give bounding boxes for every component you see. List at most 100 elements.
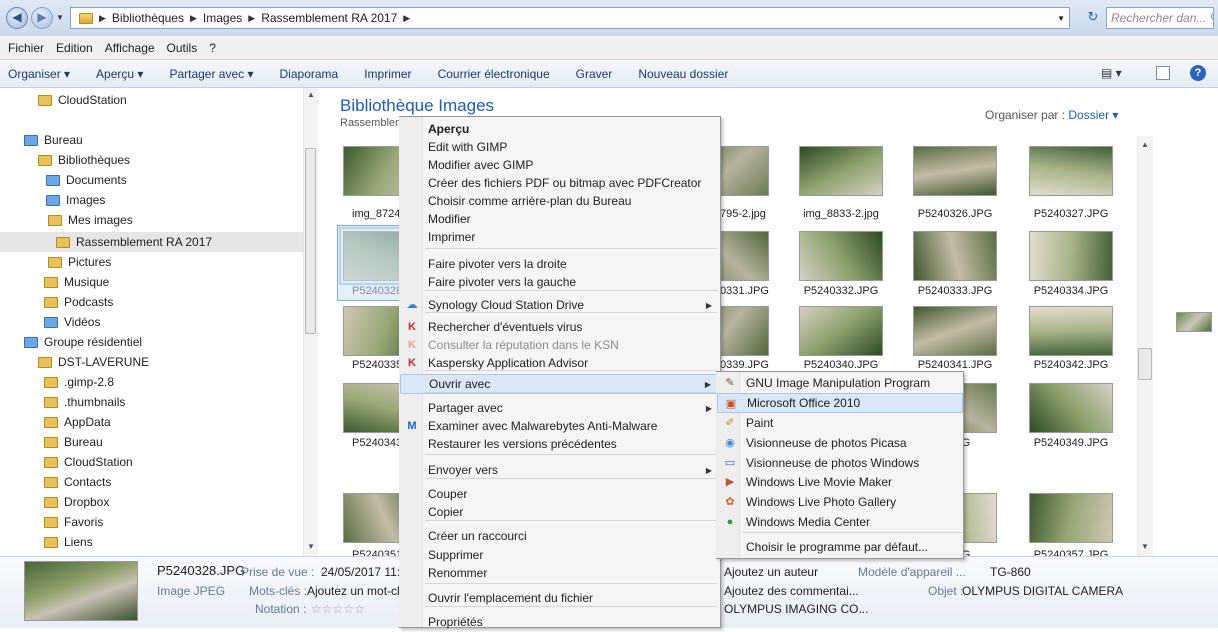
photo-filename[interactable]: P5240333.JPG (900, 285, 1010, 297)
photo-thumbnail[interactable] (1029, 231, 1113, 281)
details-author[interactable]: Ajoutez un auteur (724, 565, 818, 579)
context-item-0[interactable]: Aperçu (400, 119, 720, 139)
toolbar-button-4[interactable]: Imprimer (364, 67, 411, 81)
tree-item[interactable]: Bibliothèques (38, 150, 130, 170)
toolbar-button-3[interactable]: Diaporama (280, 67, 339, 81)
open-with-item-1[interactable]: Microsoft Office 2010 ▣ (717, 393, 963, 413)
arrange-by-dropdown[interactable]: Dossier ▾ (1068, 108, 1118, 122)
tree-item[interactable]: Pictures (48, 252, 111, 272)
photo-thumbnail[interactable] (1029, 493, 1113, 543)
context-item-23[interactable]: Envoyer vers ▶ (400, 460, 720, 480)
context-item-29[interactable]: Supprimer (400, 545, 720, 565)
scroll-up-icon[interactable]: ▲ (307, 90, 315, 99)
tree-item[interactable]: .gimp-2.8 (44, 372, 114, 392)
context-item-1[interactable]: Edit with GIMP (400, 137, 720, 157)
context-item-9[interactable]: Faire pivoter vers la gauche (400, 272, 720, 292)
toolbar-button-5[interactable]: Courrier électronique (438, 67, 550, 81)
tree-item[interactable]: Musique (44, 272, 109, 292)
photo-thumbnail[interactable] (799, 306, 883, 356)
photo-filename[interactable]: P5240349.JPG (1016, 437, 1126, 449)
context-item-28[interactable]: Créer un raccourci (400, 526, 720, 546)
context-item-21[interactable]: Restaurer les versions précédentes (400, 434, 720, 454)
tree-item[interactable]: DST-LAVERUNE (38, 352, 149, 372)
context-item-30[interactable]: Renommer (400, 563, 720, 583)
context-item-5[interactable]: Modifier (400, 209, 720, 229)
menu-4[interactable]: ? (209, 41, 216, 55)
photo-filename[interactable]: img_8833-2.jpg (786, 208, 896, 220)
open-with-item-2[interactable]: Paint ✐ (717, 413, 963, 433)
photo-filename[interactable]: P5240340.JPG (786, 359, 896, 371)
context-item-20[interactable]: Examiner avec Malwarebytes Anti-Malware M (400, 416, 720, 436)
tree-item[interactable]: Rassemblement RA 2017 (0, 232, 303, 252)
menu-2[interactable]: Affichage (105, 41, 155, 55)
breadcrumb-images[interactable]: Images (203, 11, 242, 25)
scroll-down-icon[interactable]: ▼ (307, 542, 315, 551)
context-item-3[interactable]: Créer des fichiers PDF ou bitmap avec PD… (400, 173, 720, 193)
details-object-value[interactable]: OLYMPUS DIGITAL CAMERA (962, 584, 1123, 598)
forward-button[interactable]: ▶ (31, 7, 53, 29)
tree-item[interactable]: Vidéos (44, 312, 100, 332)
tree-item[interactable]: Liens (44, 532, 93, 552)
back-button[interactable]: ◀ (6, 7, 28, 29)
details-comments[interactable]: Ajoutez des commentai... (724, 584, 859, 598)
help-icon[interactable]: ? (1190, 65, 1206, 81)
photo-thumbnail[interactable] (799, 231, 883, 281)
tree-item[interactable]: Groupe résidentiel (24, 332, 142, 352)
photo-thumbnail[interactable] (1029, 146, 1113, 196)
context-item-14[interactable]: Consulter la réputation dans le KSN K (400, 335, 720, 355)
toolbar-button-7[interactable]: Nouveau dossier (638, 67, 728, 81)
photo-thumbnail[interactable] (913, 306, 997, 356)
open-with-item-5[interactable]: Windows Live Movie Maker ▶ (717, 472, 963, 492)
tree-item[interactable]: CloudStation (38, 90, 127, 110)
tree-item[interactable]: Podcasts (44, 292, 113, 312)
context-item-32[interactable]: Ouvrir l'emplacement du fichier (400, 588, 720, 608)
scroll-up-icon[interactable]: ▲ (1141, 140, 1149, 149)
recent-pages-chevron-icon[interactable]: ▼ (56, 13, 64, 22)
context-item-34[interactable]: Propriétés (400, 612, 720, 632)
details-model-value[interactable]: TG-860 (990, 565, 1031, 579)
photo-filename[interactable]: P5240341.JPG (900, 359, 1010, 371)
tree-item[interactable]: Favoris (44, 512, 103, 532)
photo-thumbnail[interactable] (913, 146, 997, 196)
address-history-chevron-icon[interactable]: ▼ (1057, 14, 1065, 23)
open-with-item-6[interactable]: Windows Live Photo Gallery ✿ (717, 492, 963, 512)
menu-0[interactable]: Fichier (8, 41, 44, 55)
tree-item[interactable]: .thumbnails (44, 392, 125, 412)
context-item-6[interactable]: Imprimer (400, 227, 720, 247)
photo-thumbnail[interactable] (913, 231, 997, 281)
photo-filename[interactable]: P5240334.JPG (1016, 285, 1126, 297)
tree-item[interactable]: Documents (46, 170, 127, 190)
context-item-4[interactable]: Choisir comme arrière-plan du Bureau (400, 191, 720, 211)
search-input[interactable]: Rechercher dan... ⚲ (1106, 7, 1214, 29)
open-with-item-4[interactable]: Visionneuse de photos Windows ▭ (717, 453, 963, 473)
context-item-13[interactable]: Rechercher d'éventuels virus K (400, 317, 720, 337)
tree-item[interactable]: Bureau (24, 130, 83, 150)
rating-stars-icon[interactable]: ☆☆☆☆☆ (311, 602, 365, 616)
address-breadcrumb[interactable]: ▶ Bibliothèques ▶ Images ▶ Rassemblement… (70, 7, 1070, 29)
context-item-19[interactable]: Partager avec ▶ (400, 398, 720, 418)
tree-item[interactable]: Bureau (44, 432, 103, 452)
context-item-25[interactable]: Couper (400, 484, 720, 504)
toolbar-button-2[interactable]: Partager avec ▾ (169, 67, 253, 81)
toolbar-button-6[interactable]: Graver (576, 67, 613, 81)
photo-filename[interactable]: P5240342.JPG (1016, 359, 1126, 371)
tree-item[interactable]: Images (46, 190, 105, 210)
context-item-26[interactable]: Copier (400, 502, 720, 522)
menu-3[interactable]: Outils (167, 41, 198, 55)
toolbar-button-0[interactable]: Organiser ▾ (8, 67, 70, 81)
open-with-item-0[interactable]: GNU Image Manipulation Program ✎ (717, 373, 963, 393)
photo-filename[interactable]: P5240332.JPG (786, 285, 896, 297)
breadcrumb-current-folder[interactable]: Rassemblement RA 2017 (261, 11, 397, 25)
open-with-item-3[interactable]: Visionneuse de photos Picasa ◉ (717, 433, 963, 453)
tree-item[interactable]: AppData (44, 412, 111, 432)
scroll-down-icon[interactable]: ▼ (1141, 542, 1149, 551)
photo-filename[interactable]: P5240327.JPG (1016, 208, 1126, 220)
toolbar-button-1[interactable]: Aperçu ▾ (96, 67, 143, 81)
photo-filename[interactable]: P5240326.JPG (900, 208, 1010, 220)
details-maker[interactable]: OLYMPUS IMAGING CO... (724, 602, 868, 616)
details-keywords-value[interactable]: Ajoutez un mot-cl (307, 584, 400, 598)
navigation-scrollbar-thumb[interactable] (305, 148, 316, 334)
tree-item[interactable]: Dropbox (44, 492, 109, 512)
file-view-scrollbar[interactable] (1137, 136, 1153, 556)
refresh-icon[interactable]: ↻ (1083, 9, 1103, 27)
